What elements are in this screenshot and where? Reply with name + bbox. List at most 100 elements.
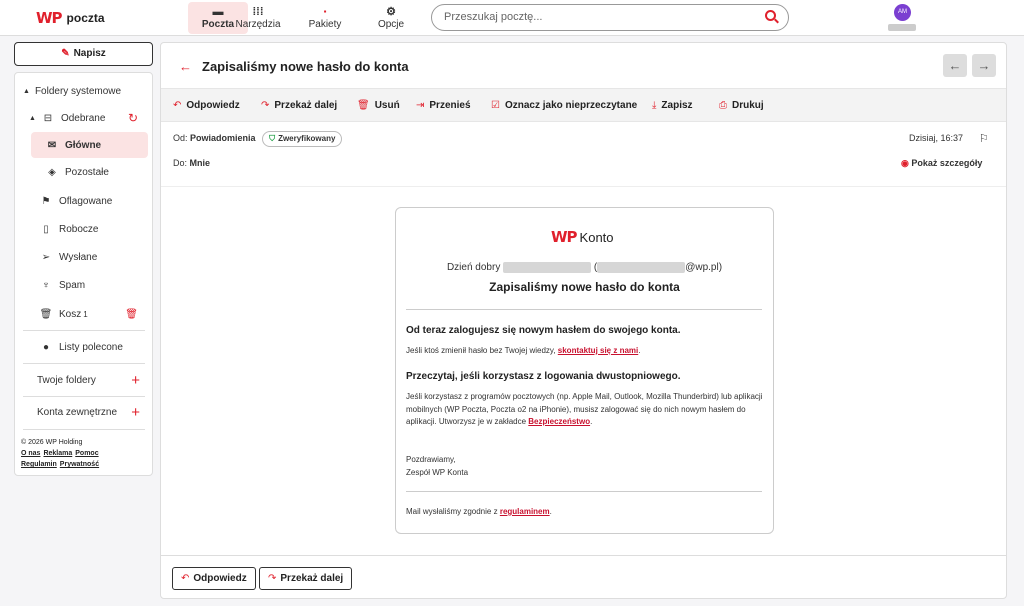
sidebar-item-label: Konta zewnętrzne [37,406,118,418]
nav-tab-narzedzia[interactable]: ⁞⁞⁞ Narzędzia [228,2,288,34]
logo-text: poczta [66,11,105,25]
greeting-suffix: @wp.pl) [685,262,723,274]
p1-end: . [638,346,641,355]
divider [406,309,762,310]
bottom-forward-button[interactable]: ↷ Przekaż dalej [259,567,353,590]
forward-button[interactable]: ↷ Przekaż dalej [261,100,337,111]
sidebar-item-kosz[interactable]: 🗑 Kosz 1 🗑 [15,301,152,327]
show-details-button[interactable]: ◉ Pokaż szczegóły [901,158,982,169]
sidebar-item-robocze[interactable]: ▯ Robocze [15,216,152,242]
save-label: Zapisz [661,100,693,111]
footer-link-reklama[interactable]: Reklama [43,450,72,457]
forward-icon: ↷ [261,100,270,111]
print-icon: ⎙ [719,100,727,111]
add-folder-icon[interactable]: + [131,372,140,389]
wp-konto-logo: WP Konto [551,228,614,246]
divider [23,429,145,430]
contact-us-link[interactable]: skontaktuj się z nami [558,346,638,355]
redacted-email [597,262,686,273]
recipient-name: Mnie [189,158,211,168]
email-footer: Mail wysłaliśmy zgodnie z regulaminem. [406,506,766,519]
wp-logo-icon: WP [36,9,63,27]
nav-tab-opcje[interactable]: ⚙ Opcje [361,2,421,34]
sidebar-item-pozostale[interactable]: ◈ Pozostałe [15,159,152,185]
message-toolbar: ↶ Odpowiedz ↷ Przekaż dalej 🗑 Usuń ⇥ Przenie… [161,88,1006,122]
sidebar: ▲ Foldery systemowe ▲ ⊟ Odebrane ↻ ✉ Głó… [14,72,153,476]
divider [23,363,145,364]
nav-tab-pakiety[interactable]: ▪ Pakiety [295,2,355,34]
sidebar-item-twoje-foldery[interactable]: Twoje foldery + [15,367,152,393]
terms-link[interactable]: regulaminem [500,507,550,516]
mark-unread-icon: ☑ [491,100,500,111]
previous-message-button[interactable]: ← [943,54,967,77]
print-button[interactable]: ⎙ Drukuj [719,100,764,111]
triangle-up-icon: ▲ [23,87,30,95]
footer-link-prywatnosc[interactable]: Prywatność [60,461,99,468]
sender-name[interactable]: Powiadomienia [190,133,256,143]
sidebar-item-listy-polecone[interactable]: ● Listy polecone [15,334,152,360]
add-account-icon[interactable]: + [131,404,140,421]
flag-icon[interactable]: ⚐ [979,132,989,145]
back-arrow-icon[interactable]: ← [179,59,192,74]
next-message-button[interactable]: → [972,54,996,77]
footer-end: . [549,507,552,516]
sidebar-item-label: Wysłane [59,251,98,263]
email-paragraph-1: Jeśli ktoś zmienił hasło bez Twojej wied… [406,345,766,358]
save-button[interactable]: ⤓ Zapisz [652,100,693,111]
redacted-name [503,262,592,273]
signature-line-2: Zespół WP Konta [406,467,469,477]
nav-tab-label: Opcje [377,19,405,30]
envelope-icon: ✉ [47,139,57,151]
empty-trash-icon[interactable]: 🗑 [125,309,138,320]
sidebar-item-label: Listy polecone [59,341,123,353]
sidebar-item-glowne[interactable]: ✉ Główne [31,132,148,158]
download-icon: ⤓ [652,100,657,111]
sidebar-item-wyslane[interactable]: ➢ Wysłane [15,244,152,270]
footer-link-o-nas[interactable]: O nas [21,450,40,457]
refresh-icon[interactable]: ↻ [128,111,138,125]
greeting-prefix: Dzień dobry [446,262,501,274]
sidebar-item-label: Odebrane [60,112,106,124]
delete-button[interactable]: 🗑 Usuń [357,100,400,111]
bottom-reply-button[interactable]: ↶ Odpowiedz [172,567,256,590]
wp-poczta-logo[interactable]: WP poczta [36,9,105,27]
forward-icon: ↷ [268,573,277,584]
footer-link-regulamin[interactable]: Regulamin [21,461,57,468]
footer-link-pomoc[interactable]: Pomoc [75,450,98,457]
message-view: ← Zapisaliśmy nowe hasło do konta ← → ↶ Od… [160,42,1007,599]
move-label: Przenieś [429,100,471,111]
compose-label: Napisz [73,48,106,59]
inbox-icon: ⊟ [43,112,53,124]
divider [23,396,145,397]
sidebar-item-oflagowane[interactable]: ⚑ Oflagowane [15,188,152,214]
sidebar-item-odebrane[interactable]: ▲ ⊟ Odebrane ↻ [15,105,152,131]
avatar[interactable]: AM [894,4,911,21]
message-date: Dzisiaj, 16:37 [909,133,963,143]
nav-tab-label: Pakiety [308,19,342,30]
arrow-left-icon: ← [948,58,962,73]
p2-end: . [590,417,593,426]
search-input[interactable] [444,11,744,23]
reply-button[interactable]: ↶ Odpowiedz [173,100,240,111]
move-button[interactable]: ⇥ Przenieś [416,100,471,111]
search-icon[interactable] [765,10,776,21]
sidebar-item-spam[interactable]: ♆ Spam [15,272,152,298]
security-link[interactable]: Bezpieczeństwo [528,417,590,426]
from-row: Od: Powiadomienia ⛉ Zweryfikowany [173,131,343,147]
divider [406,491,762,492]
sidebar-item-label: Robocze [59,223,99,235]
draft-icon: ▯ [43,223,49,235]
sidebar-item-konta-zewnetrzne[interactable]: Konta zewnętrzne + [15,399,152,425]
system-folders-toggle[interactable]: ▲ Foldery systemowe [15,78,152,104]
compose-button[interactable]: ✎ Napisz [14,42,153,66]
package-icon: ▪ [323,7,327,16]
pen-icon: ✎ [61,48,70,59]
forward-label: Przekaż dalej [274,100,338,111]
sidebar-item-label: Kosz [59,308,82,320]
to-row: Do: Mnie [173,158,210,168]
shield-check-icon: ⛉ [269,134,276,143]
email-body-card: WP Konto Dzień dobry (@wp.pl) Zapisaliśm… [395,207,774,534]
mark-unread-button[interactable]: ☑ Oznacz jako nieprzeczytane [491,100,637,111]
print-label: Drukuj [732,100,764,111]
verified-badge[interactable]: ⛉ Zweryfikowany [262,131,343,147]
